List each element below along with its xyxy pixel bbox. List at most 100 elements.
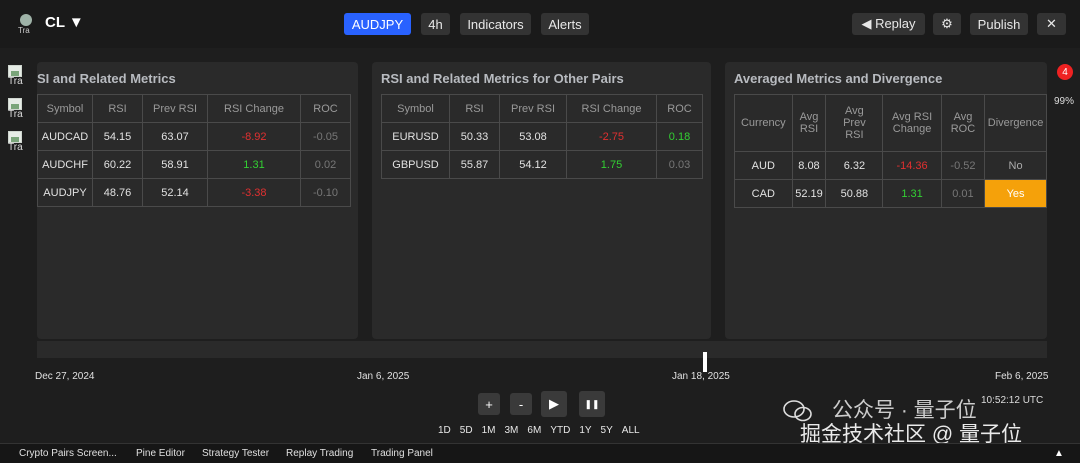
column-header: ROC	[300, 94, 351, 123]
notification-badge[interactable]: 4	[1057, 64, 1073, 80]
cell: EURUSD	[381, 122, 450, 151]
range-1m[interactable]: 1M	[482, 425, 496, 436]
timeline-marker[interactable]	[703, 352, 707, 372]
cell: 52.19	[791, 179, 827, 208]
column-header: RSI	[92, 94, 143, 123]
table-row: GBPUSD 55.87 54.12 1.75 0.03	[381, 150, 703, 179]
cell: 63.07	[142, 122, 208, 151]
pause-button[interactable]: ❚❚	[579, 391, 605, 417]
divergence-panel: Averaged Metrics and Divergence Currency…	[725, 62, 1047, 339]
cell: -3.38	[207, 178, 301, 207]
rsi-metrics-panel: SI and Related Metrics Symbol RSI Prev R…	[37, 62, 358, 339]
cell: 0.01	[940, 179, 986, 208]
column-header: RSI	[449, 94, 500, 123]
cell: -8.92	[207, 122, 301, 151]
utc-clock[interactable]: 10:52:12 UTC	[981, 395, 1043, 406]
tab-strategy-tester[interactable]: Strategy Tester	[202, 448, 269, 459]
cell: 54.12	[499, 150, 567, 179]
range-1y[interactable]: 1Y	[579, 425, 591, 436]
timeline-tick: Jan 6, 2025	[357, 371, 410, 382]
interval-button[interactable]: 4h	[421, 13, 450, 35]
range-ytd[interactable]: YTD	[550, 425, 570, 436]
tab-crypto-pairs-screener[interactable]: Crypto Pairs Screen...	[19, 448, 117, 459]
cell: AUDJPY	[37, 178, 93, 207]
tool-icon[interactable]: Tra	[8, 65, 30, 87]
tool-icon[interactable]: Tra	[8, 98, 30, 120]
cell: CAD	[734, 179, 793, 208]
tool-label: Tra	[8, 109, 23, 120]
tool-label: Tra	[8, 76, 23, 87]
zoom-in-button[interactable]: +	[478, 393, 500, 415]
cell: 0.18	[656, 122, 703, 151]
cell: 50.88	[825, 179, 884, 208]
tab-pine-editor[interactable]: Pine Editor	[136, 448, 185, 459]
table-row: CAD 52.19 50.88 1.31 0.01 Yes	[734, 179, 1047, 208]
column-header: Currency	[734, 94, 793, 152]
column-header: ROC	[656, 94, 703, 123]
cell: 1.75	[566, 150, 657, 179]
pair-button[interactable]: AUDJPY	[344, 13, 411, 35]
rsi-metrics-table: Symbol RSI Prev RSI RSI Change ROC AUDCA…	[37, 94, 351, 207]
timeline-scrollbar[interactable]	[37, 341, 1047, 358]
cell: -0.52	[940, 151, 986, 180]
cell: 0.02	[300, 150, 351, 179]
zoom-percent: 99%	[1054, 96, 1075, 107]
range-3m[interactable]: 3M	[505, 425, 519, 436]
tab-replay-trading[interactable]: Replay Trading	[286, 448, 353, 459]
cell: 60.22	[92, 150, 143, 179]
column-header: Avg RSI Change	[882, 94, 942, 152]
cell: AUD	[734, 151, 793, 180]
column-header: Symbol	[37, 94, 93, 123]
range-5y[interactable]: 5Y	[601, 425, 613, 436]
table-row: AUDJPY 48.76 52.14 -3.38 -0.10	[37, 178, 351, 207]
table-row: AUDCHF 60.22 58.91 1.31 0.02	[37, 150, 351, 179]
publish-button[interactable]: Publish	[970, 13, 1028, 35]
cell: GBPUSD	[381, 150, 450, 179]
table-header-row: Currency Avg RSI Avg Prev RSI Avg RSI Ch…	[734, 94, 1047, 152]
symbol-selector[interactable]: CL ▼	[45, 14, 84, 31]
column-header: Prev RSI	[499, 94, 567, 123]
column-header: RSI Change	[566, 94, 657, 123]
panel-title: SI and Related Metrics	[37, 71, 176, 86]
timeline-tick: Feb 6, 2025	[995, 371, 1049, 382]
cell: 58.91	[142, 150, 208, 179]
logo-text: Tra	[18, 26, 30, 35]
alerts-button[interactable]: Alerts	[541, 13, 589, 35]
play-button[interactable]: ▶	[541, 391, 567, 417]
range-6m[interactable]: 6M	[527, 425, 541, 436]
cell: -14.36	[882, 151, 942, 180]
cell: -0.10	[300, 178, 351, 207]
range-all[interactable]: ALL	[622, 425, 640, 436]
table-header-row: Symbol RSI Prev RSI RSI Change ROC	[381, 94, 703, 123]
left-toolbar: Tra Tra Tra	[0, 60, 36, 436]
range-1d[interactable]: 1D	[438, 425, 451, 436]
cell: 54.15	[92, 122, 143, 151]
zoom-out-button[interactable]: -	[510, 393, 532, 415]
indicators-button[interactable]: Indicators	[460, 13, 531, 35]
timeline-tick: Jan 18, 2025	[672, 371, 730, 382]
column-header: Avg Prev RSI	[825, 94, 884, 152]
divergence-cell: No	[984, 151, 1047, 180]
tab-trading-panel[interactable]: Trading Panel	[371, 448, 433, 459]
tool-icon[interactable]: Tra	[8, 131, 30, 153]
column-header: Avg RSI	[791, 94, 827, 152]
range-5d[interactable]: 5D	[460, 425, 473, 436]
column-header: Divergence	[984, 94, 1047, 152]
table-row: AUDCAD 54.15 63.07 -8.92 -0.05	[37, 122, 351, 151]
cell: 52.14	[142, 178, 208, 207]
close-icon[interactable]: ✕	[1037, 13, 1066, 35]
cell: 0.03	[656, 150, 703, 179]
cell: 1.31	[207, 150, 301, 179]
table-row: AUD 8.08 6.32 -14.36 -0.52 No	[734, 151, 1047, 180]
settings-icon[interactable]: ⚙	[933, 13, 961, 35]
cell: 1.31	[882, 179, 942, 208]
panel-title: Averaged Metrics and Divergence	[734, 71, 943, 86]
other-pairs-panel: RSI and Related Metrics for Other Pairs …	[372, 62, 711, 339]
replay-button[interactable]: ◀ Replay	[852, 13, 925, 35]
expand-panel-icon[interactable]: ▲	[1054, 448, 1064, 459]
divergence-table: Currency Avg RSI Avg Prev RSI Avg RSI Ch…	[734, 94, 1047, 208]
cell: 8.08	[791, 151, 827, 180]
cell: AUDCAD	[37, 122, 93, 151]
logo-icon[interactable]: Tra	[18, 13, 36, 35]
panel-title: RSI and Related Metrics for Other Pairs	[381, 71, 624, 86]
